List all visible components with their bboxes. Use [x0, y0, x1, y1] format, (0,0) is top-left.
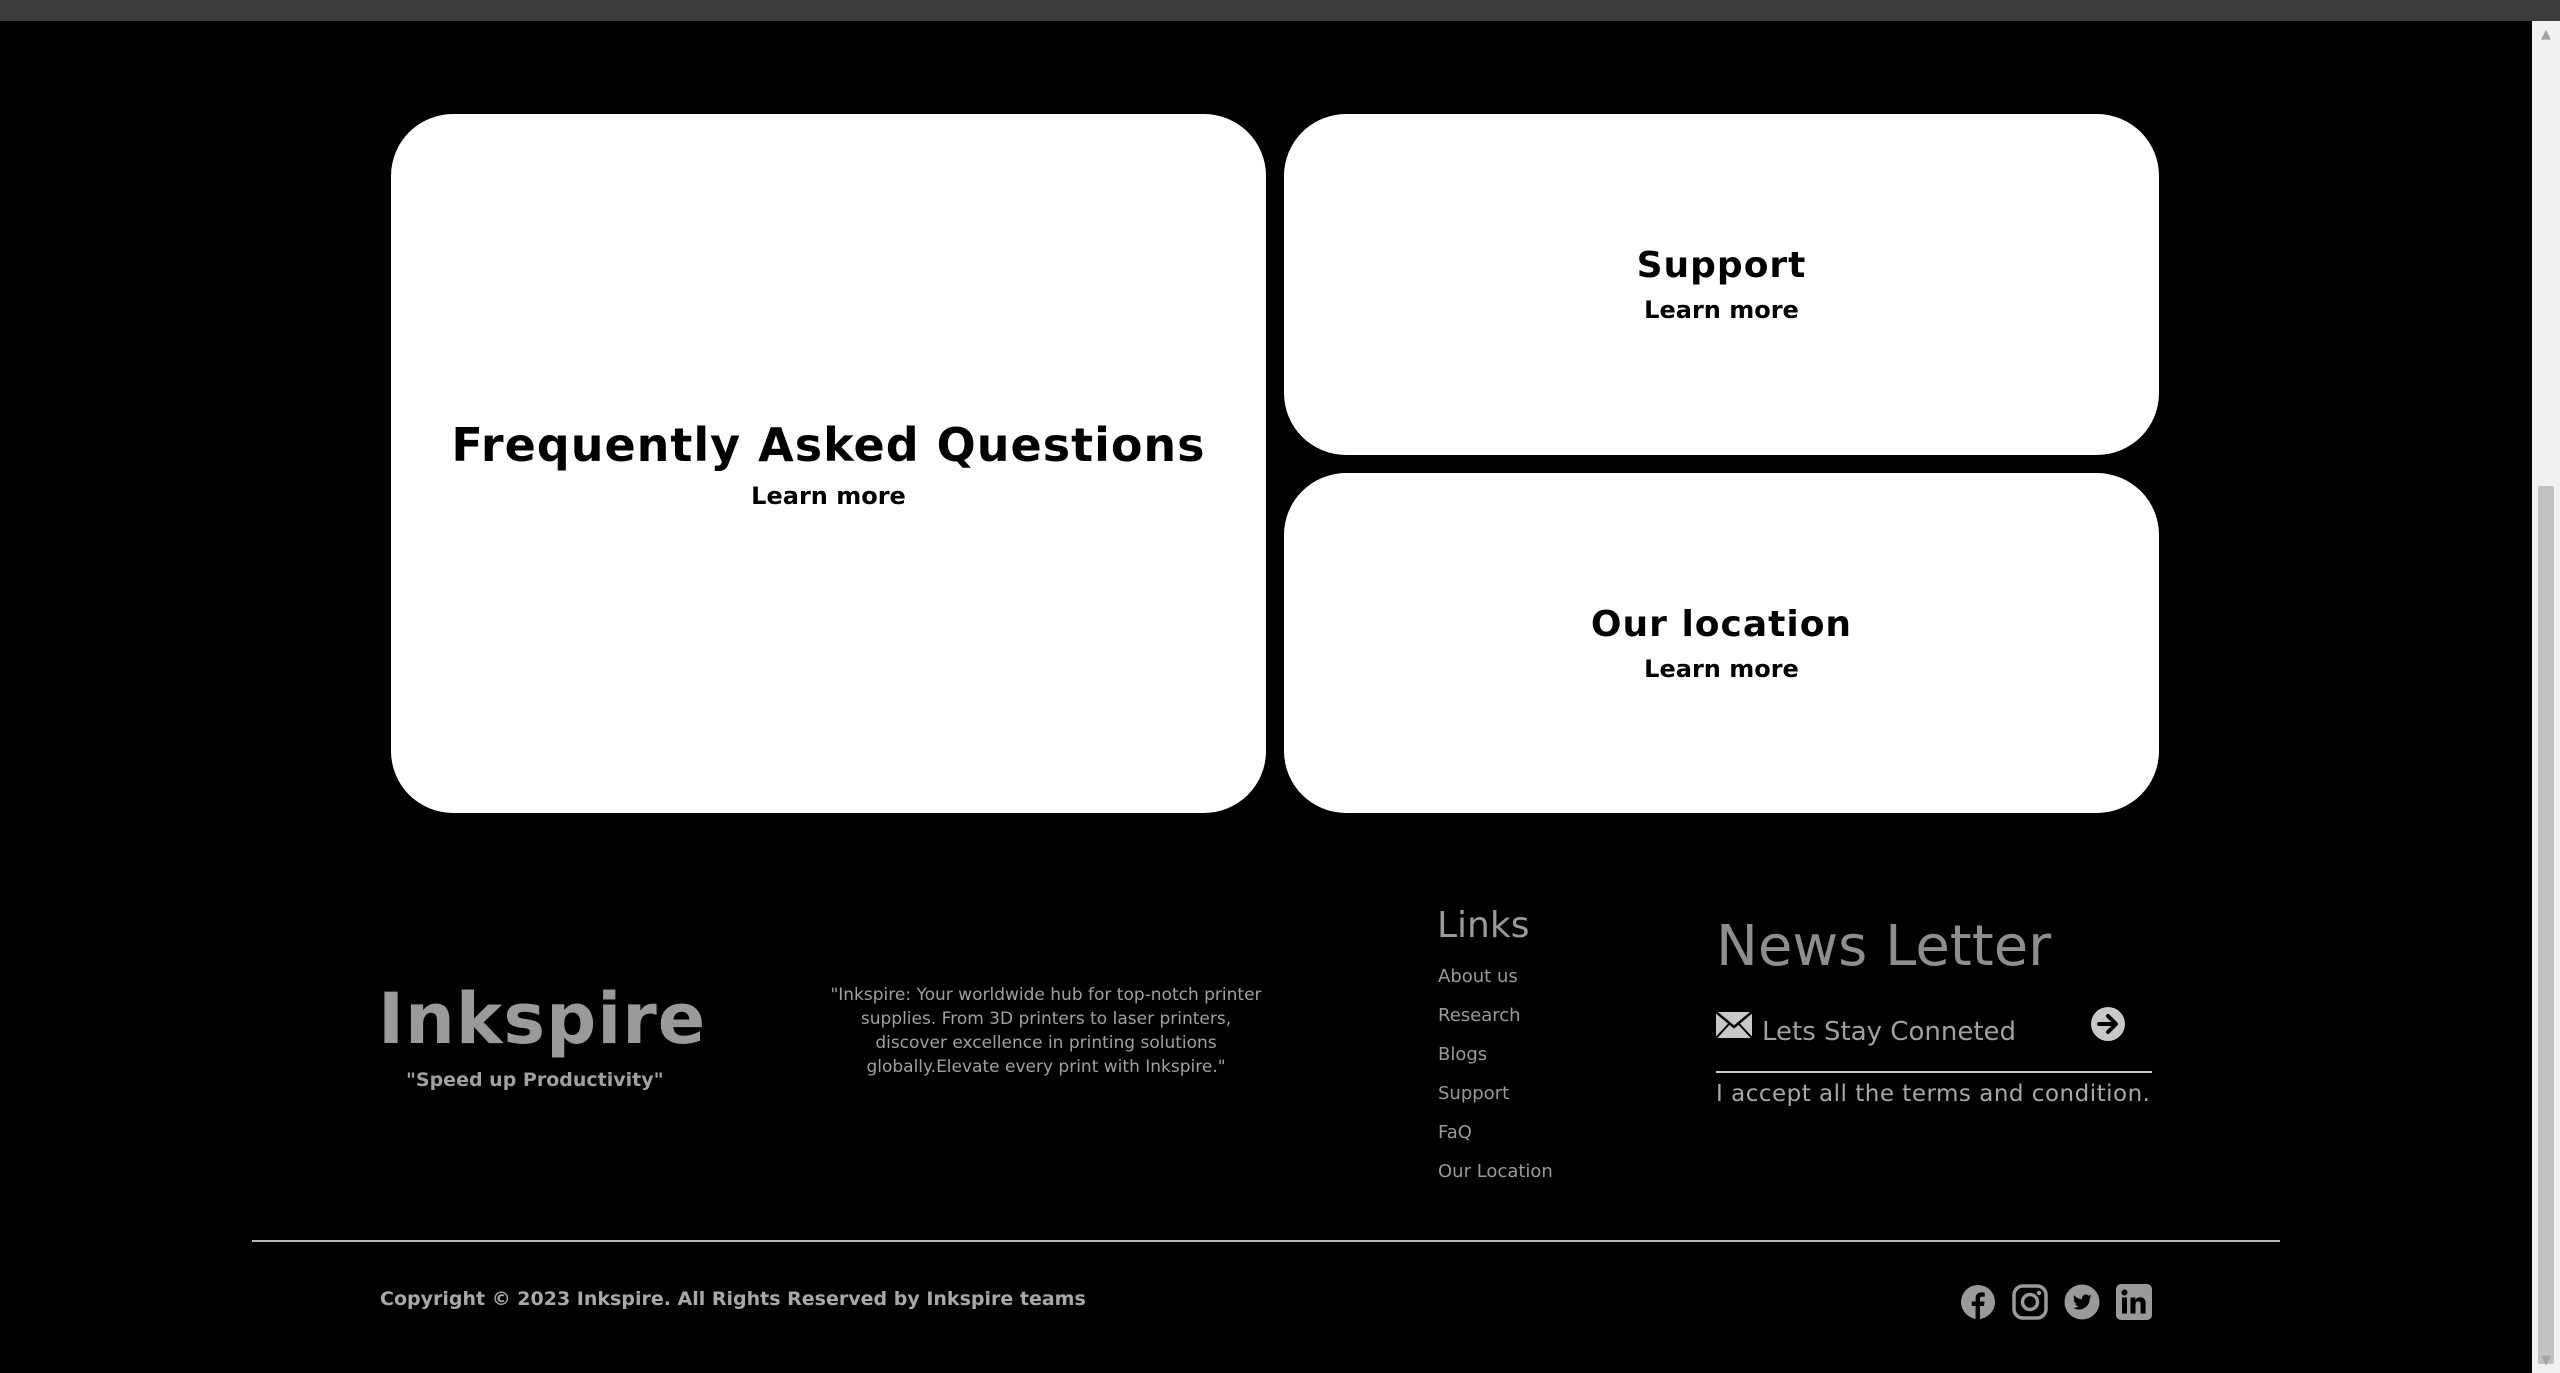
newsletter-terms-text: I accept all the terms and condition. — [1716, 1081, 2151, 1107]
support-card[interactable]: Support Learn more — [1284, 114, 2159, 455]
newsletter-input-underline — [1716, 1071, 2152, 1073]
scrollbar-thumb[interactable] — [2538, 486, 2554, 1364]
arrow-right-circle-icon[interactable] — [2090, 1006, 2126, 1042]
footer-link-research[interactable]: Research — [1438, 1005, 1553, 1044]
location-learn-more-link[interactable]: Learn more — [1644, 655, 1799, 683]
location-card-title: Our location — [1590, 603, 1853, 645]
footer-link-our-location[interactable]: Our Location — [1438, 1161, 1553, 1200]
footer-brand-logo: Inkspire — [378, 978, 707, 1060]
support-card-title: Support — [1636, 245, 1807, 286]
newsletter-heading: News Letter — [1716, 914, 2052, 979]
footer-link-faq[interactable]: FaQ — [1438, 1122, 1553, 1161]
footer-about-text: "Inkspire: Your worldwide hub for top-no… — [830, 985, 1262, 1077]
faq-learn-more-link[interactable]: Learn more — [751, 482, 906, 510]
footer-links-list: About us Research Blogs Support FaQ Our … — [1438, 966, 1553, 1200]
page-scrollbar[interactable]: ▲ ▼ — [2532, 21, 2560, 1373]
footer-links-heading: Links — [1437, 905, 1530, 946]
instagram-icon[interactable] — [2012, 1284, 2048, 1320]
footer-link-support[interactable]: Support — [1438, 1083, 1553, 1122]
linkedin-icon[interactable] — [2116, 1284, 2152, 1320]
faq-card-title: Frequently Asked Questions — [451, 417, 1206, 472]
newsletter-email-input[interactable] — [1762, 1014, 2062, 1050]
location-card[interactable]: Our location Learn more — [1284, 473, 2159, 813]
footer-link-about-us[interactable]: About us — [1438, 966, 1553, 1005]
footer-tagline: "Speed up Productivity" — [406, 1069, 664, 1091]
envelope-icon — [1715, 1011, 1753, 1039]
scroll-down-arrow-icon[interactable]: ▼ — [2532, 1347, 2560, 1373]
scroll-up-arrow-icon[interactable]: ▲ — [2532, 21, 2560, 47]
facebook-icon[interactable] — [1960, 1284, 1996, 1320]
copyright-text: Copyright © 2023 Inkspire. All Rights Re… — [380, 1288, 1086, 1310]
support-learn-more-link[interactable]: Learn more — [1644, 296, 1799, 324]
twitter-icon[interactable] — [2064, 1284, 2100, 1320]
footer-link-blogs[interactable]: Blogs — [1438, 1044, 1553, 1083]
browser-top-bar — [0, 0, 2560, 21]
footer-divider — [252, 1240, 2280, 1242]
faq-card[interactable]: Frequently Asked Questions Learn more — [391, 114, 1266, 813]
